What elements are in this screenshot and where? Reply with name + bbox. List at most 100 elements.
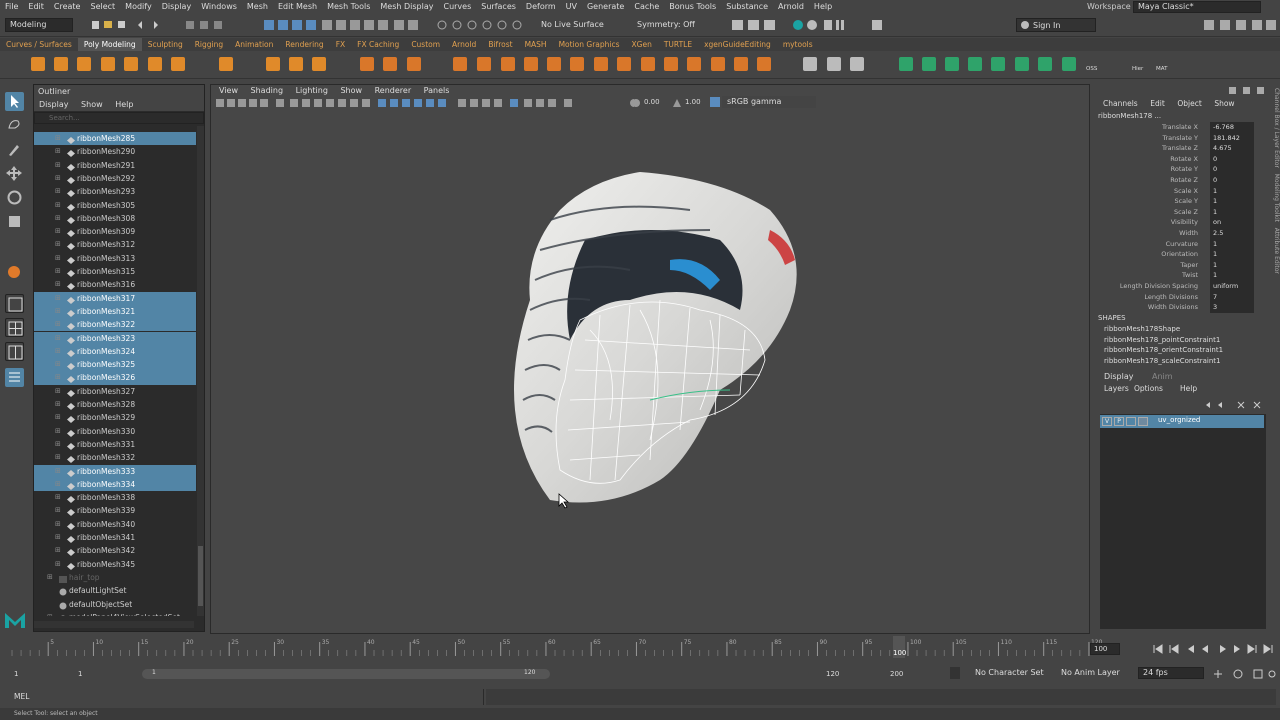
delete-history-icon[interactable] bbox=[968, 57, 982, 71]
outliner-item[interactable]: ⊞ ribbonMesh340 bbox=[34, 518, 196, 531]
attribute-value-field[interactable]: 1 bbox=[1210, 196, 1254, 207]
cylinder-icon[interactable] bbox=[77, 57, 91, 71]
expand-icon[interactable]: ⊞ bbox=[55, 358, 61, 371]
current-frame-field[interactable]: 100 bbox=[1090, 643, 1120, 655]
single-perspective-layout-icon[interactable] bbox=[5, 294, 24, 313]
separate-icon[interactable] bbox=[360, 57, 374, 71]
layer-buttons[interactable] bbox=[1200, 400, 1264, 410]
cone-icon[interactable] bbox=[101, 57, 115, 71]
attribute-value-field[interactable]: 7 bbox=[1210, 291, 1254, 303]
attribute-value-field[interactable]: 0 bbox=[1210, 153, 1254, 165]
expand-icon[interactable]: ⊞ bbox=[55, 504, 61, 517]
menu-mesh-tools[interactable]: Mesh Tools bbox=[322, 0, 375, 13]
channel-attribute-row[interactable]: Translate X -6.768 bbox=[1094, 122, 1264, 133]
menu-select[interactable]: Select bbox=[85, 0, 120, 13]
platonic-icon[interactable] bbox=[219, 57, 233, 71]
show-menu[interactable]: Show bbox=[1209, 99, 1239, 108]
expand-icon[interactable]: ⊞ bbox=[55, 478, 61, 491]
viewport-menu-renderer[interactable]: Renderer bbox=[370, 84, 417, 97]
expand-icon[interactable]: ⊞ bbox=[55, 172, 61, 185]
viewport-menu-lighting[interactable]: Lighting bbox=[291, 84, 333, 97]
offset-loop-icon[interactable] bbox=[850, 57, 864, 71]
attribute-value-field[interactable]: 1 bbox=[1210, 270, 1254, 281]
outliner-item[interactable]: ⊞ ribbonMesh292 bbox=[34, 172, 196, 185]
key-icon[interactable] bbox=[950, 667, 960, 679]
attribute-value-field[interactable]: 1 bbox=[1210, 206, 1254, 218]
outliner-set-item[interactable]: defaultObjectSet bbox=[34, 598, 196, 611]
svg-icon[interactable] bbox=[312, 57, 326, 71]
edit-menu[interactable]: Edit bbox=[1145, 99, 1170, 108]
shelf-tab-fx-caching[interactable]: FX Caching bbox=[351, 38, 405, 51]
outliner-menu-display[interactable]: Display bbox=[34, 100, 74, 109]
outliner-set-item[interactable]: defaultLightSet bbox=[34, 584, 196, 597]
live-surface-field[interactable]: No Live Surface bbox=[536, 19, 618, 31]
attribute-value-field[interactable]: 1 bbox=[1210, 259, 1254, 271]
shelf-tab-mytools[interactable]: mytools bbox=[777, 38, 819, 51]
attribute-value-field[interactable]: 0 bbox=[1210, 164, 1254, 175]
shelf-tab-animation[interactable]: Animation bbox=[229, 38, 279, 51]
shape-item[interactable]: ribbonMesh178_orientConstraint1 bbox=[1104, 345, 1223, 356]
menu-file[interactable]: File bbox=[0, 0, 23, 13]
bridge-icon[interactable] bbox=[524, 57, 538, 71]
expand-icon[interactable]: ⊞ bbox=[55, 132, 61, 145]
channel-attribute-row[interactable]: Taper 1 bbox=[1094, 259, 1264, 271]
planar-map-icon[interactable] bbox=[991, 57, 1005, 71]
hair-mesh-render[interactable] bbox=[490, 160, 830, 520]
boolean-icon[interactable] bbox=[477, 57, 491, 71]
shelf-tab-custom[interactable]: Custom bbox=[405, 38, 446, 51]
select-tool-icon[interactable] bbox=[5, 92, 24, 111]
shelf-tab-xgen[interactable]: XGen bbox=[626, 38, 658, 51]
shelf-tab-xgenguideediting[interactable]: xgenGuideEditing bbox=[698, 38, 777, 51]
range-icons[interactable] bbox=[1210, 668, 1278, 680]
shelf-tab-mash[interactable]: MASH bbox=[519, 38, 553, 51]
outliner-menu-show[interactable]: Show bbox=[76, 100, 108, 109]
outliner-menu-help[interactable]: Help bbox=[110, 100, 138, 109]
outliner-scroll-thumb[interactable] bbox=[198, 546, 203, 606]
menu-substance[interactable]: Substance bbox=[721, 0, 773, 13]
expand-icon[interactable]: ⊞ bbox=[55, 145, 61, 158]
expand-icon[interactable]: ⊞ bbox=[55, 212, 61, 225]
shelf-tab-poly-modeling[interactable]: Poly Modeling bbox=[77, 38, 142, 51]
render-icons[interactable] bbox=[728, 18, 928, 32]
attribute-value-field[interactable]: 1 bbox=[1210, 238, 1254, 250]
shelf-tab-rendering[interactable]: Rendering bbox=[279, 38, 329, 51]
attribute-value-field[interactable]: 0 bbox=[1210, 175, 1254, 186]
menu-help[interactable]: Help bbox=[809, 0, 837, 13]
move-tool-icon[interactable] bbox=[5, 164, 24, 183]
knife-icon[interactable] bbox=[711, 57, 725, 71]
extrude-icon[interactable] bbox=[570, 57, 584, 71]
outliner-item[interactable]: ⊞ ribbonMesh326 bbox=[34, 371, 196, 385]
attribute-value-field[interactable]: on bbox=[1210, 217, 1254, 228]
expand-icon[interactable]: ⊞ bbox=[55, 425, 61, 438]
merge-icon[interactable] bbox=[617, 57, 631, 71]
menu-bonus-tools[interactable]: Bonus Tools bbox=[664, 0, 721, 13]
expand-icon[interactable]: ⊞ bbox=[55, 544, 61, 557]
outliner-item[interactable]: ⊞ ribbonMesh305 bbox=[34, 199, 196, 212]
paint-select-tool-icon[interactable] bbox=[5, 140, 24, 159]
expand-icon[interactable]: ⊞ bbox=[55, 438, 61, 451]
expand-icon[interactable]: ⊞ bbox=[55, 411, 61, 424]
outliner-item[interactable]: ⊞ ribbonMesh293 bbox=[34, 185, 196, 198]
outliner-item[interactable]: ⊞ ribbonMesh342 bbox=[34, 544, 196, 557]
center-pivot-icon[interactable] bbox=[922, 57, 936, 71]
layer-color-swatch[interactable] bbox=[1138, 417, 1148, 426]
layer-name[interactable]: uv_orgnized bbox=[1158, 416, 1200, 424]
channel-attribute-row[interactable]: Scale Z 1 bbox=[1094, 206, 1264, 218]
channel-attribute-row[interactable]: Rotate Y 0 bbox=[1094, 164, 1264, 175]
outliner-item[interactable]: ⊞ ribbonMesh327 bbox=[34, 385, 196, 398]
character-set-dropdown[interactable]: No Character Set bbox=[970, 667, 1050, 679]
channel-attribute-row[interactable]: Rotate X 0 bbox=[1094, 153, 1264, 165]
shape-item[interactable]: ribbonMesh178_scaleConstraint1 bbox=[1104, 356, 1221, 367]
fps-dropdown[interactable]: 24 fps bbox=[1138, 667, 1204, 679]
plane-icon[interactable] bbox=[148, 57, 162, 71]
workspace-dropdown[interactable]: Maya Classic* bbox=[1133, 1, 1261, 13]
channel-attribute-row[interactable]: Length Divisions 7 bbox=[1094, 291, 1264, 303]
expand-icon[interactable]: ⊞ bbox=[55, 252, 61, 265]
object-menu[interactable]: Object bbox=[1172, 99, 1206, 108]
menu-mesh[interactable]: Mesh bbox=[242, 0, 273, 13]
expand-icon[interactable]: ⊞ bbox=[55, 332, 61, 345]
outliner-item[interactable]: ⊞ ribbonMesh328 bbox=[34, 398, 196, 411]
expand-icon[interactable]: ⊞ bbox=[55, 278, 61, 291]
attribute-value-field[interactable]: 1 bbox=[1210, 185, 1254, 197]
attribute-value-field[interactable]: 4.675 bbox=[1210, 143, 1254, 154]
